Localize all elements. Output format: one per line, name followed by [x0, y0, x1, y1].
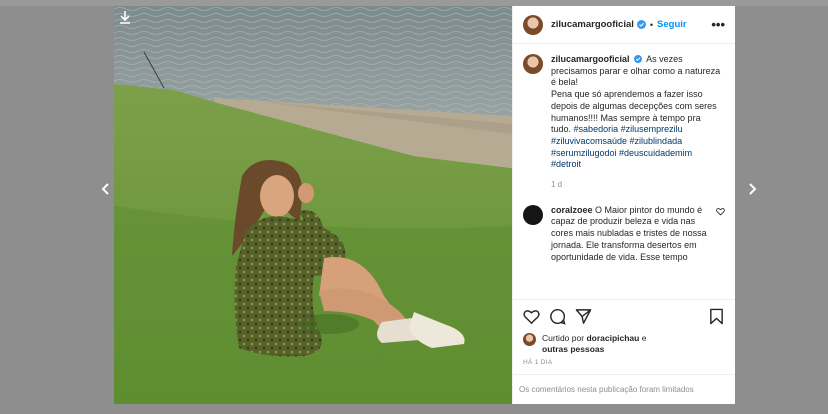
post-header: zilucamargooficial • Seguir •••	[513, 6, 735, 44]
likes-prefix: Curtido por	[542, 333, 585, 343]
more-options-button[interactable]: •••	[711, 17, 725, 32]
post-side-panel: zilucamargooficial • Seguir ••• zilucama…	[512, 6, 735, 404]
likes-connector: e	[641, 333, 647, 343]
avatar[interactable]	[523, 333, 536, 346]
share-icon[interactable]	[575, 308, 592, 325]
post-image	[114, 6, 512, 404]
post-photo[interactable]	[114, 6, 512, 404]
post-modal: zilucamargooficial • Seguir ••• zilucama…	[114, 6, 735, 404]
chevron-left-icon[interactable]	[99, 182, 113, 196]
bookmark-icon[interactable]	[708, 308, 725, 325]
author-username[interactable]: zilucamargooficial	[551, 19, 634, 30]
avatar[interactable]	[523, 54, 543, 74]
likes-others[interactable]: outras pessoas	[542, 344, 604, 354]
post-actions	[513, 299, 735, 333]
likes-user[interactable]: doracipichau	[586, 333, 639, 343]
chevron-right-icon[interactable]	[745, 182, 759, 196]
comment-username[interactable]: coralzoee	[551, 205, 593, 215]
caption-username[interactable]: zilucamargooficial	[551, 54, 630, 64]
caption-hashtags[interactable]: #sabedoria #zilusemprezilu #ziluvivacoms…	[551, 124, 692, 169]
caption: zilucamargooficial As vezes precisamos p…	[523, 54, 725, 191]
comment-body: coralzoee O Maior pintor do mundo é capa…	[551, 205, 711, 264]
caption-body: zilucamargooficial As vezes precisamos p…	[551, 54, 721, 191]
comments-limited-notice: Os comentários nesta publicação foram li…	[513, 374, 735, 404]
avatar[interactable]	[523, 14, 543, 35]
caption-timestamp: 1 d	[551, 180, 563, 190]
heart-icon[interactable]	[716, 207, 725, 216]
follow-button[interactable]: Seguir	[657, 19, 687, 30]
heart-icon[interactable]	[523, 308, 540, 325]
verified-badge-icon	[636, 20, 646, 29]
comments-list: zilucamargooficial As vezes precisamos p…	[513, 44, 735, 299]
post-time-ago[interactable]: HÁ 1 DIA	[513, 355, 735, 366]
comment-item: coralzoee O Maior pintor do mundo é capa…	[523, 204, 725, 264]
likes-summary: Curtido por doracipichau e outras pessoa…	[513, 333, 735, 355]
avatar[interactable]	[523, 204, 543, 225]
caption-text: As vezes precisamos parar e olhar como a…	[551, 54, 721, 135]
comment-icon[interactable]	[549, 308, 566, 325]
verified-badge-icon	[634, 55, 643, 63]
download-icon[interactable]	[118, 10, 132, 24]
likes-text: Curtido por doracipichau e outras pessoa…	[542, 333, 646, 355]
separator-dot: •	[649, 19, 654, 30]
